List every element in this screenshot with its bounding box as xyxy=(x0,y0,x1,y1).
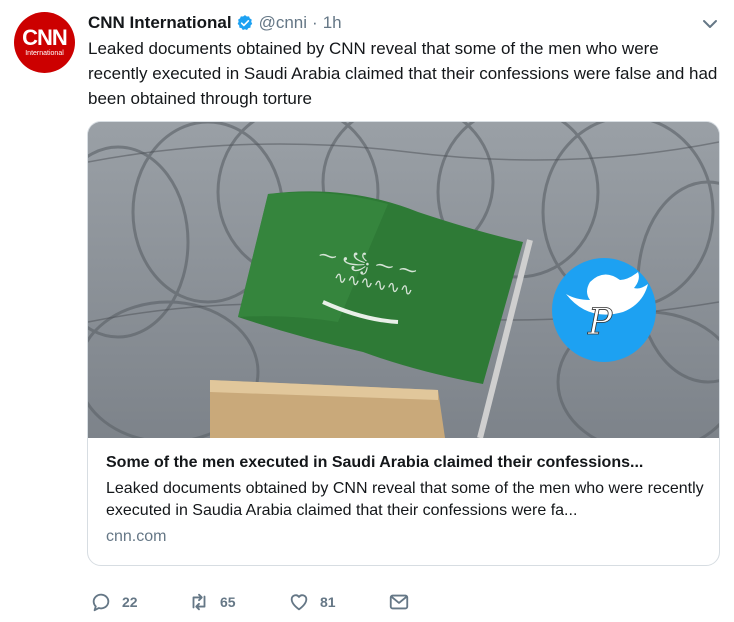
separator-dot: · xyxy=(312,13,318,32)
chevron-down-icon[interactable] xyxy=(700,14,720,34)
reply-icon xyxy=(92,593,110,612)
saudi-flag-photo: ⁓ ꧁ ⁓ ⁓ ∿∿∿∿∿∿ P xyxy=(88,122,719,438)
card-title[interactable]: Some of the men executed in Saudi Arabia… xyxy=(106,452,706,474)
link-card[interactable]: ⁓ ꧁ ⁓ ⁓ ∿∿∿∿∿∿ P Some of the men execute… xyxy=(87,121,720,566)
retweet-icon xyxy=(192,593,206,611)
tweet-text: Leaked documents obtained by CNN reveal … xyxy=(88,39,718,108)
reply-button[interactable]: 22 xyxy=(90,590,138,614)
like-button[interactable]: 81 xyxy=(288,590,336,614)
envelope-icon xyxy=(389,594,409,610)
retweet-button[interactable]: 65 xyxy=(188,590,236,614)
author-name[interactable]: CNN International xyxy=(88,13,232,33)
card-body: Some of the men executed in Saudi Arabia… xyxy=(106,452,706,548)
tweet-header: CNN International @cnni · 1h xyxy=(88,12,342,34)
like-count: 81 xyxy=(320,594,336,610)
retweet-count: 65 xyxy=(220,594,236,610)
tweet-timestamp[interactable]: 1h xyxy=(323,13,342,33)
author-handle[interactable]: @cnni xyxy=(259,13,307,33)
card-image[interactable]: ⁓ ꧁ ⁓ ⁓ ∿∿∿∿∿∿ P xyxy=(88,122,719,438)
heart-icon xyxy=(290,594,308,611)
direct-message-button[interactable] xyxy=(388,590,410,614)
cnn-logo-text: CNN xyxy=(22,25,68,50)
reply-count: 22 xyxy=(122,594,138,610)
action-bar: 22 65 81 xyxy=(90,590,430,614)
card-description: Leaked documents obtained by CNN reveal … xyxy=(106,480,704,519)
cnn-logo-subtext: International xyxy=(25,50,64,57)
watermark-letter: P xyxy=(587,302,613,343)
verified-badge-icon xyxy=(237,15,252,31)
avatar[interactable]: CNN International xyxy=(14,12,75,73)
card-domain: cnn.com xyxy=(106,528,167,545)
